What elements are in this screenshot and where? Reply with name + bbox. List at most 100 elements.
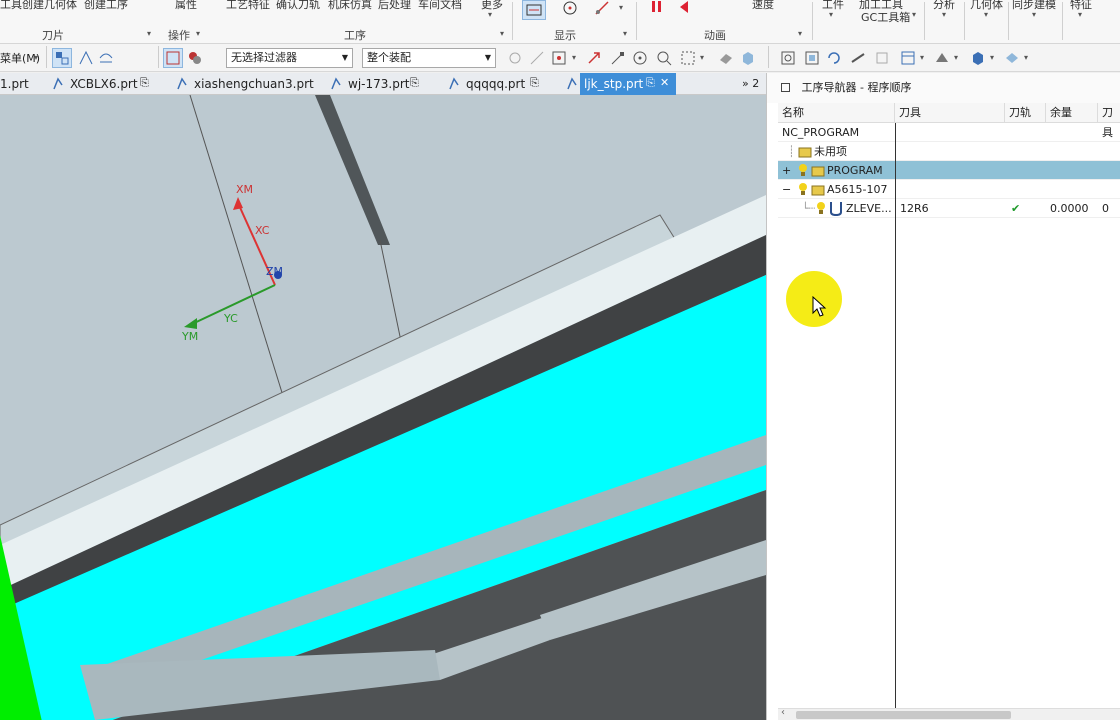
filter-parts-icon[interactable]	[187, 50, 203, 66]
sync-caret-icon[interactable]: ▾	[1032, 10, 1036, 19]
center-icon[interactable]	[632, 50, 648, 66]
tree-row-nc-program[interactable]: NC_PROGRAM	[778, 123, 1120, 142]
select-faces-button[interactable]	[52, 48, 72, 68]
tree-row-unused[interactable]: ┊ 未用项	[778, 142, 1120, 161]
horizontal-scrollbar[interactable]: ‹	[778, 707, 1120, 720]
pan-icon[interactable]	[850, 50, 866, 66]
tab-xiashengchuan3[interactable]: xiashengchuan3.prt	[194, 73, 314, 95]
gc-caret-icon[interactable]: ▾	[912, 10, 916, 19]
tab-overflow-button[interactable]: » 2	[742, 77, 759, 90]
ribbon-label-tool[interactable]: 工具	[0, 0, 22, 12]
column-tool[interactable]: 刀具	[895, 103, 1005, 123]
group-caret-icon[interactable]: ▾	[196, 29, 200, 38]
scrollbar-thumb[interactable]	[796, 711, 1011, 719]
ribbon-label-create-geometry[interactable]: 创建几何体	[22, 0, 77, 12]
arrow-icon[interactable]	[586, 50, 602, 66]
ribbon-label-gc-toolbox[interactable]: GC工具箱	[861, 9, 910, 25]
column-tool-extra[interactable]: 刀具	[1098, 103, 1120, 139]
pause-icon[interactable]	[650, 0, 664, 14]
cube-caret-icon[interactable]: ▾	[990, 53, 994, 62]
snap-point-icon[interactable]	[507, 50, 523, 66]
close-icon[interactable]: ✕	[660, 76, 669, 89]
target-icon[interactable]	[562, 0, 578, 16]
view-orient-icon[interactable]	[874, 50, 890, 66]
shaded-view-icon[interactable]	[718, 50, 734, 66]
tree-node-label: NC_PROGRAM	[782, 126, 860, 139]
ribbon-label-properties[interactable]: 属性	[175, 0, 197, 12]
point-filter-icon[interactable]	[551, 50, 567, 66]
tab-ljk-stp-label: ljk_stp.prt	[584, 77, 644, 91]
group-caret-icon[interactable]: ▾	[798, 29, 802, 38]
ribbon-label-create-operation[interactable]: 创建工序	[84, 0, 128, 12]
tab-qqqqq[interactable]: qqqqq.prt	[466, 73, 525, 95]
snap-end-icon[interactable]	[529, 50, 545, 66]
step-back-icon[interactable]	[677, 0, 691, 14]
xm-label: XM	[236, 183, 253, 196]
toolpath-icon[interactable]	[594, 0, 614, 16]
search-snap-icon[interactable]	[656, 50, 672, 66]
tab-xcblx6[interactable]: XCBLX6.prt	[70, 73, 138, 95]
ribbon-divider	[636, 2, 637, 40]
group-label-insert: 刀片	[42, 29, 64, 42]
features-caret-icon[interactable]: ▾	[1078, 10, 1082, 19]
point-caret-icon[interactable]: ▾	[572, 53, 576, 62]
selection-toolbar: 菜单(M) ▾ 无选择过滤器 ▼ 整个装配 ▼ ▾ ▾ ▾ ▾ ▾ ▾	[0, 44, 1120, 72]
layout-caret-icon[interactable]: ▾	[920, 53, 924, 62]
column-splitter[interactable]	[895, 123, 896, 713]
operation-navigator: 工序导航器 - 程序顺序 名称 刀具 刀轨 余量 刀具 NC_PROGRAM ┊…	[766, 73, 1120, 720]
column-name[interactable]: 名称	[778, 103, 895, 123]
select-edges-icon[interactable]	[78, 50, 94, 66]
analysis-caret-icon[interactable]: ▾	[942, 10, 946, 19]
collapse-toggle-icon[interactable]: −	[782, 180, 791, 199]
section-caret-icon[interactable]: ▾	[1024, 53, 1028, 62]
rotate-icon[interactable]	[826, 50, 842, 66]
graphics-viewport[interactable]: XM XC ZM YC YM	[0, 95, 766, 720]
group-caret-icon[interactable]: ▾	[500, 29, 504, 38]
tree-row-program[interactable]: + PROGRAM	[778, 161, 1120, 180]
menu-caret-icon[interactable]: ▾	[34, 53, 38, 62]
display-toggle-button[interactable]	[522, 0, 546, 20]
ribbon: 工具 创建几何体 创建工序 属性 工艺特征 确认刀轨 机床仿真 后处理 车间文档…	[0, 0, 1120, 44]
render-style-icon[interactable]	[934, 50, 950, 66]
ribbon-label-shopdoc[interactable]: 车间文档	[418, 0, 462, 12]
ribbon-label-postprocess[interactable]: 后处理	[378, 0, 411, 12]
column-toolpath[interactable]: 刀轨	[1005, 103, 1046, 123]
layout-icon[interactable]	[900, 50, 916, 66]
endpoint-icon[interactable]	[610, 50, 626, 66]
zoom-region-icon[interactable]	[804, 50, 820, 66]
box-select-icon[interactable]	[680, 50, 696, 66]
cube-view-icon[interactable]	[740, 50, 756, 66]
navigator-header: 工序导航器 - 程序顺序	[767, 73, 1120, 103]
more-caret-icon[interactable]: ▾	[488, 10, 492, 19]
toolpath-caret-icon[interactable]: ▾	[619, 3, 623, 12]
ribbon-label-simulate[interactable]: 机床仿真	[328, 0, 372, 12]
xc-label: XC	[255, 224, 270, 237]
expand-toggle-icon[interactable]: +	[782, 161, 791, 180]
status-bulb-icon	[816, 199, 826, 218]
select-feature-icon	[56, 52, 69, 65]
type-filter-select[interactable]: 无选择过滤器 ▼	[226, 48, 353, 68]
select-curves-icon[interactable]	[98, 50, 114, 66]
tab-ljk-stp-active[interactable]: ljk_stp.prt ⎘ ✕	[580, 73, 676, 95]
ribbon-label-verify[interactable]: 确认刀轨	[276, 0, 320, 12]
section-view-icon[interactable]	[1004, 50, 1020, 66]
panel-restore-icon[interactable]	[781, 83, 790, 92]
geometry-caret-icon[interactable]: ▾	[984, 10, 988, 19]
column-stock[interactable]: 余量	[1046, 103, 1098, 123]
tree-row-zlevel-operation[interactable]: └┈ ZLEVE... 12R6 ✔ 0.0000 0	[778, 199, 1120, 218]
scroll-left-icon[interactable]: ‹	[781, 707, 785, 718]
solid-cube-icon[interactable]	[970, 50, 986, 66]
tree-row-a5615[interactable]: − A5615-107	[778, 180, 1120, 199]
ribbon-label-feature[interactable]: 工艺特征	[226, 0, 270, 12]
snap-button[interactable]	[163, 48, 183, 68]
tab-wj-173[interactable]: wj-173.prt	[348, 73, 409, 95]
group-caret-icon[interactable]: ▾	[623, 29, 627, 38]
workpiece-caret-icon[interactable]: ▾	[829, 10, 833, 19]
tree-node-label: A5615-107	[827, 183, 888, 196]
group-caret-icon[interactable]: ▾	[147, 29, 151, 38]
fit-view-icon[interactable]	[780, 50, 796, 66]
tab-prt-1[interactable]: 1.prt	[0, 73, 29, 95]
box-select-caret-icon[interactable]: ▾	[700, 53, 704, 62]
assembly-scope-select[interactable]: 整个装配 ▼	[362, 48, 496, 68]
render-caret-icon[interactable]: ▾	[954, 53, 958, 62]
